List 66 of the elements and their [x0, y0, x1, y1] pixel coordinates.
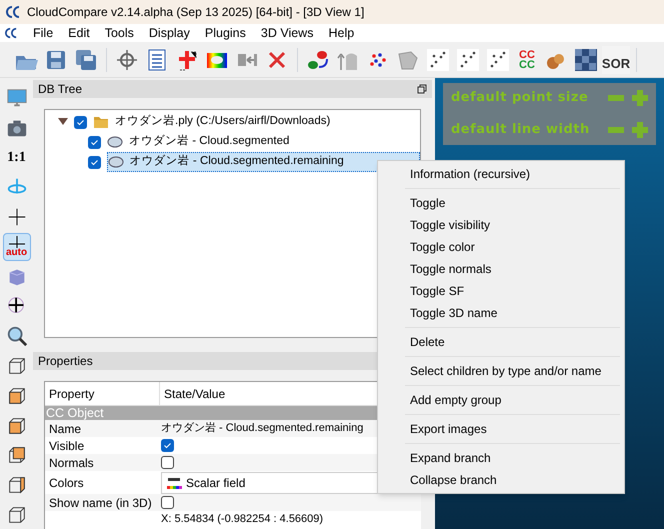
one-to-one-button[interactable]: 1:1	[2, 144, 30, 172]
checkbox[interactable]	[161, 456, 174, 469]
menu-item[interactable]: File	[33, 25, 54, 41]
checkbox[interactable]	[74, 116, 87, 128]
auto-pivot-button[interactable]: auto	[2, 232, 30, 261]
undock-icon[interactable]	[417, 84, 427, 94]
tree-item[interactable]: オウダン岩.ply (C:/Users/airfl/Downloads)	[93, 112, 334, 132]
table-cell: Name	[49, 422, 82, 436]
tree-item[interactable]: オウダン岩 - Cloud.segmented	[107, 132, 294, 152]
menu-item[interactable]: Plugins	[204, 25, 246, 41]
folder-icon	[93, 115, 109, 129]
cloud-icon	[107, 136, 123, 148]
checkmark-icon	[90, 158, 99, 166]
app-menu-icon[interactable]	[4, 27, 18, 39]
menu-item[interactable]: Edit	[68, 25, 90, 41]
color-letters-button[interactable]: CC CC	[514, 46, 540, 74]
table-cell: Normals	[49, 456, 94, 470]
monitor-icon	[6, 86, 28, 109]
menu-entry[interactable]: Toggle 3D name	[405, 302, 620, 324]
checkbox[interactable]	[161, 496, 174, 509]
menu-entry[interactable]: Toggle	[405, 192, 620, 214]
app-logo-icon	[5, 5, 21, 19]
menu-item[interactable]: Help	[328, 25, 354, 41]
checkmark-icon	[90, 138, 99, 146]
crosshair-icon	[8, 236, 24, 248]
search-icon	[6, 325, 28, 348]
table-cell: Colors	[49, 476, 84, 490]
panel-title: Properties	[38, 353, 93, 370]
table-cell: Show name (in 3D)	[49, 496, 152, 510]
menu-entry[interactable]: Delete	[405, 331, 620, 353]
cloud-icon	[108, 156, 124, 168]
scatter-points-icon[interactable]	[426, 48, 450, 72]
scatter-points-icon[interactable]	[486, 48, 510, 72]
expand-arrow-icon[interactable]	[58, 118, 68, 126]
menu-entry[interactable]: Toggle normals	[405, 258, 620, 280]
tree-item-label: オウダン岩 - Cloud.segmented	[129, 134, 290, 150]
menu-entry[interactable]: Expand branch	[405, 447, 620, 469]
menu-entry[interactable]: Toggle SF	[405, 280, 620, 302]
panel-title: DB Tree	[38, 81, 82, 98]
menu-entry[interactable]: Select children by type and/or name	[405, 360, 620, 382]
overlay-label: default point size	[451, 89, 588, 108]
checkerboard-icon[interactable]	[574, 48, 598, 72]
menu-entry[interactable]: Toggle visibility	[405, 214, 620, 236]
menu-item[interactable]: Display	[148, 25, 190, 41]
tree-item-label: オウダン岩.ply (C:/Users/airfl/Downloads)	[115, 114, 330, 130]
scalar-field-icon	[166, 476, 182, 490]
checkbox[interactable]	[161, 439, 174, 452]
sor-filter-button[interactable]: SOR	[602, 46, 630, 74]
menu-item[interactable]: Tools	[104, 25, 134, 41]
menu-entry[interactable]: Collapse branch	[405, 469, 620, 491]
menu-entry[interactable]: Toggle color	[405, 236, 620, 258]
scatter-points-icon[interactable]	[456, 48, 480, 72]
tree-item-label: オウダン岩 - Cloud.segmented.remaining	[130, 154, 344, 170]
checkbox[interactable]	[88, 136, 101, 148]
checkmark-icon	[163, 441, 172, 450]
menu-entry[interactable]: Export images	[405, 418, 620, 440]
overlay-label: default line width	[451, 121, 590, 140]
column-header[interactable]: Property	[45, 382, 160, 405]
window-title: CloudCompare v2.14.alpha (Sep 13 2025) [64-bit] - [3D View 1]	[27, 4, 364, 21]
checkbox[interactable]	[88, 156, 101, 168]
table-cell: Visible	[49, 438, 84, 452]
menu-item[interactable]: 3D Views	[260, 25, 314, 41]
table-cell-text: X: 5.54834 (-0.982254 : 4.56609)	[161, 512, 324, 528]
checkmark-icon	[76, 118, 85, 126]
floppy-disks-icon[interactable]	[74, 48, 98, 72]
table-cell-text: オウダン岩 - Cloud.segmented.remaining	[161, 421, 364, 436]
